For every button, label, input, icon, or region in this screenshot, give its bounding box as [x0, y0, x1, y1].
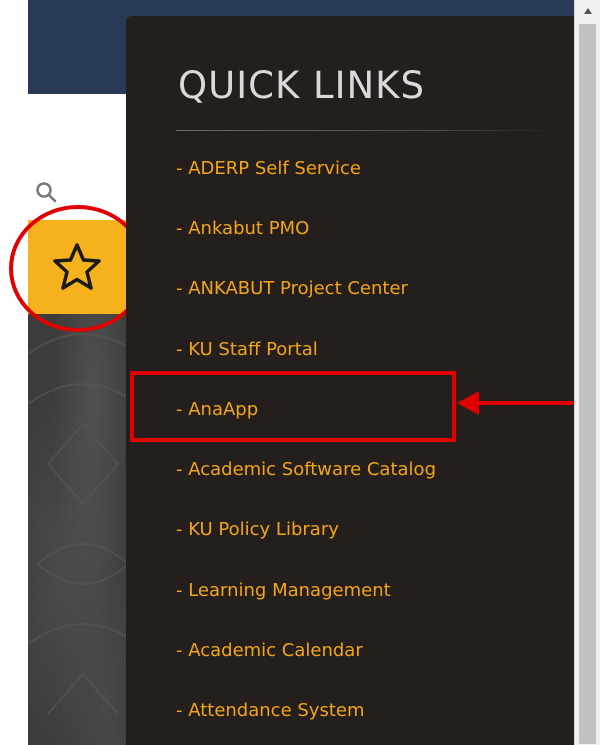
page: QUICK LINKS - ADERP Self Service - Ankab… [0, 0, 600, 745]
scroll-thumb[interactable] [579, 24, 596, 744]
quick-links-panel: QUICK LINKS - ADERP Self Service - Ankab… [126, 16, 574, 745]
star-icon [53, 243, 101, 290]
pattern-graphic [28, 333, 138, 715]
quick-links-list: - ADERP Self Service - Ankabut PMO - ANK… [126, 16, 574, 745]
link-ankabut-project-center[interactable]: - ANKABUT Project Center [176, 278, 408, 299]
vertical-scrollbar[interactable] [574, 0, 600, 745]
link-ku-policy-library[interactable]: - KU Policy Library [176, 519, 339, 540]
link-anaapp[interactable]: - AnaApp [176, 399, 258, 420]
link-aderp-self-service[interactable]: - ADERP Self Service [176, 158, 361, 179]
scroll-up-arrow-icon [583, 8, 592, 14]
link-ankabut-pmo[interactable]: - Ankabut PMO [176, 218, 309, 239]
search-icon[interactable] [34, 180, 58, 204]
quick-links-button[interactable] [28, 220, 126, 314]
link-ku-staff-portal[interactable]: - KU Staff Portal [176, 339, 318, 360]
link-academic-software-catalog[interactable]: - Academic Software Catalog [176, 459, 436, 480]
link-academic-calendar[interactable]: - Academic Calendar [176, 640, 363, 661]
link-attendance-system[interactable]: - Attendance System [176, 700, 365, 721]
link-learning-management[interactable]: - Learning Management [176, 580, 391, 601]
decorative-side-strip [28, 314, 138, 745]
scroll-up-button[interactable] [575, 0, 600, 22]
